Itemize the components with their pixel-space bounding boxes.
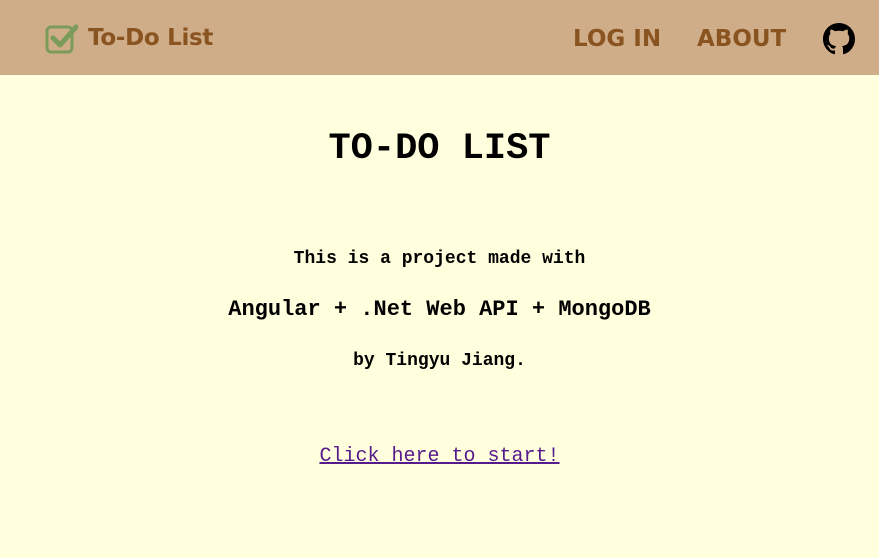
about-link[interactable]: ABOUT [697,22,786,56]
start-link-container: Click here to start! [0,444,879,470]
github-icon[interactable] [823,23,855,55]
page-title: TO-DO LIST [328,128,551,170]
description-line-2: Angular + .Net Web API + MongoDB [228,297,651,322]
description-line-1: This is a project made with [293,249,586,269]
navbar: To-Do List LOG IN ABOUT [0,0,879,75]
login-link[interactable]: LOG IN [573,22,661,56]
brand-title: To-Do List [88,25,214,51]
brand-home-link[interactable]: To-Do List [45,20,213,56]
check-square-icon [45,22,79,55]
start-link[interactable]: Click here to start! [319,445,559,468]
description-line-3: by Tingyu Jiang. [353,351,526,371]
